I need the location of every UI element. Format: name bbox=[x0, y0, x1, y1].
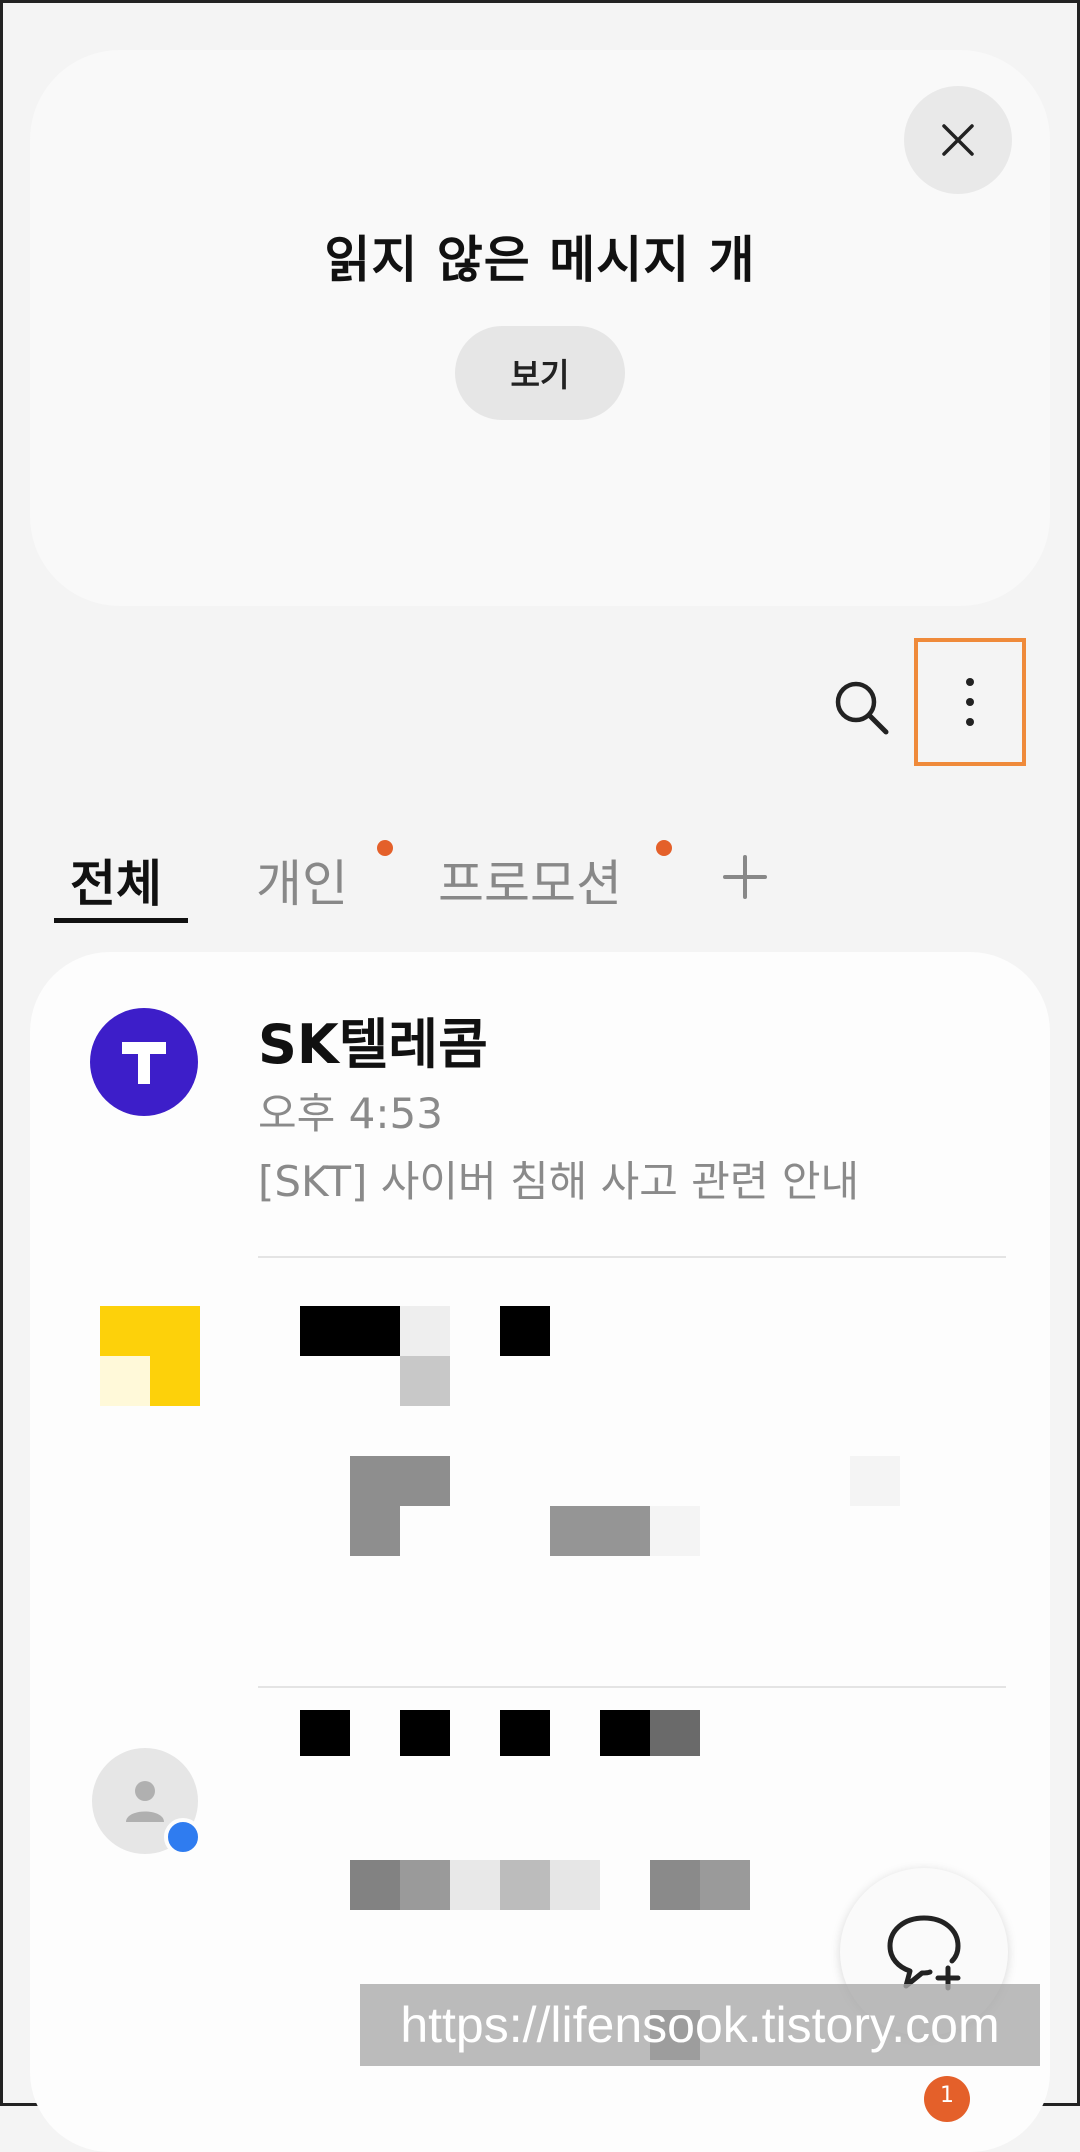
redacted-preview bbox=[850, 1456, 900, 1506]
search-button[interactable] bbox=[822, 668, 902, 748]
redacted-preview bbox=[500, 1860, 550, 1910]
redacted-sender bbox=[300, 1306, 400, 1356]
conversation-time: 오후 4:53 bbox=[258, 1089, 443, 1138]
plus-icon bbox=[723, 855, 767, 899]
skt-avatar bbox=[90, 1008, 198, 1116]
watermark: https://lifensook.tistory.com bbox=[360, 1984, 1040, 2066]
tab-all[interactable]: 전체 bbox=[70, 844, 162, 916]
redacted-sender bbox=[400, 1710, 450, 1756]
redacted-sender bbox=[400, 1356, 450, 1406]
redacted-preview bbox=[450, 1860, 500, 1910]
redacted-sender bbox=[500, 1710, 550, 1756]
redacted-preview bbox=[350, 1506, 400, 1556]
tab-active-indicator bbox=[54, 918, 188, 923]
redacted-sender bbox=[500, 1306, 550, 1356]
more-vert-icon bbox=[966, 678, 974, 726]
redacted-preview bbox=[700, 1860, 750, 1910]
close-button[interactable] bbox=[904, 86, 1012, 194]
list-divider bbox=[258, 1686, 1006, 1688]
unread-banner: 읽지 않은 메시지 개 보기 bbox=[30, 50, 1050, 606]
redacted-preview bbox=[650, 1506, 700, 1556]
list-divider bbox=[258, 1256, 1006, 1258]
redacted-sender bbox=[400, 1306, 450, 1356]
redacted-avatar-part bbox=[100, 1356, 150, 1406]
more-options-button[interactable] bbox=[914, 638, 1026, 766]
notification-count-badge: 1 bbox=[924, 2076, 970, 2122]
redacted-sender bbox=[300, 1710, 350, 1756]
redacted-sender bbox=[650, 1710, 700, 1756]
view-button[interactable]: 보기 bbox=[455, 326, 625, 420]
new-chat-icon bbox=[887, 1915, 961, 1991]
redacted-preview bbox=[400, 1860, 450, 1910]
tab-personal[interactable]: 개인 bbox=[256, 844, 348, 916]
tab-promotion-new-dot bbox=[656, 840, 672, 856]
redacted-preview bbox=[350, 1456, 450, 1506]
conversation-preview: [SKT] 사이버 침해 사고 관련 안내 bbox=[258, 1157, 860, 1206]
person-icon bbox=[126, 1781, 164, 1822]
chat-app-badge-icon bbox=[164, 1818, 202, 1856]
redacted-preview bbox=[550, 1860, 600, 1910]
redacted-preview bbox=[650, 1860, 700, 1910]
redacted-preview bbox=[350, 1860, 400, 1910]
unread-title: 읽지 않은 메시지 개 bbox=[324, 231, 756, 289]
tab-promotion[interactable]: 프로모션 bbox=[438, 844, 622, 916]
conversation-sender: SK텔레콤 bbox=[258, 1013, 488, 1076]
close-icon bbox=[942, 124, 974, 156]
redacted-sender bbox=[600, 1710, 650, 1756]
redacted-preview bbox=[550, 1506, 650, 1556]
tab-personal-new-dot bbox=[377, 840, 393, 856]
search-icon bbox=[835, 681, 889, 735]
skt-logo-icon bbox=[122, 1042, 166, 1084]
add-tab-button[interactable] bbox=[720, 852, 770, 902]
